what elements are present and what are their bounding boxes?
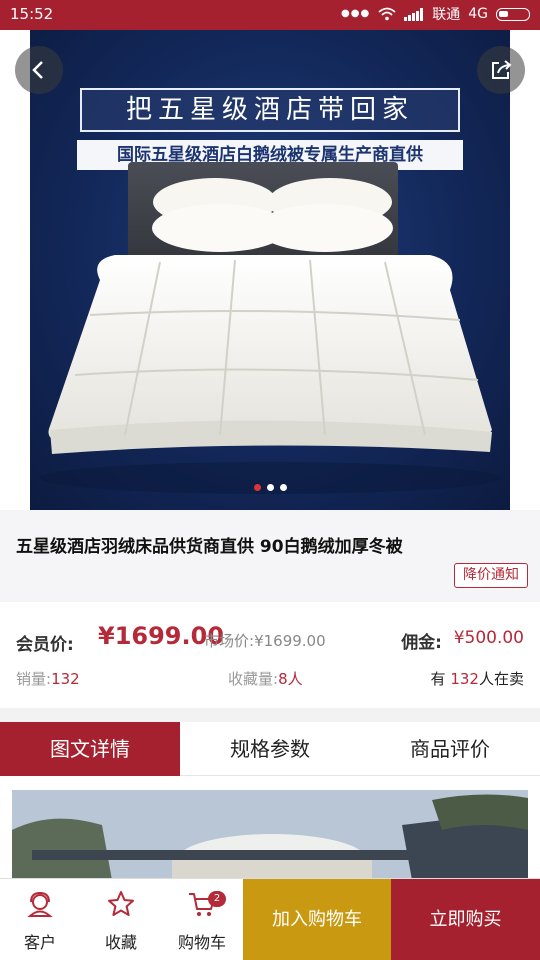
duvet-illustration: [40, 162, 500, 494]
price-section: 会员价: ¥1699.00 市场价:¥1699.00 佣金: ¥500.00 销…: [0, 602, 540, 708]
signal-icon: [404, 7, 424, 21]
favorite-button[interactable]: 收藏: [81, 879, 161, 960]
favorites-label: 收藏量:: [228, 670, 279, 688]
market-price-value: ¥1699.00: [254, 632, 326, 650]
sales-count: 销量:132: [16, 668, 80, 689]
customer-service-icon: [27, 891, 53, 917]
cart-button[interactable]: 2 购物车: [162, 879, 242, 960]
carousel-dot[interactable]: [279, 484, 287, 491]
share-button[interactable]: [477, 46, 525, 94]
detail-image: [12, 790, 528, 880]
bottom-action-bar: 客户 收藏 2 购物车 加入购物车 立即购买: [0, 878, 540, 960]
status-time: 15:52: [10, 5, 54, 23]
carousel-indicator: [0, 484, 540, 491]
notification-dots-icon: ●●●: [341, 7, 371, 19]
market-price: 市场价:¥1699.00: [204, 630, 326, 651]
sellers-value: 132: [450, 670, 479, 688]
tab-specs[interactable]: 规格参数: [180, 722, 360, 776]
product-image[interactable]: 把五星级酒店带回家 国际五星级酒店白鹅绒被专属生产商直供: [30, 30, 510, 510]
tab-reviews[interactable]: 商品评价: [360, 722, 540, 776]
section-divider: [0, 708, 540, 722]
share-icon: [492, 60, 512, 79]
cart-badge: 2: [208, 891, 226, 907]
price-drop-notify-button[interactable]: 降价通知: [454, 563, 528, 588]
commission-label: 佣金:: [401, 633, 442, 653]
product-gallery[interactable]: 把五星级酒店带回家 国际五星级酒店白鹅绒被专属生产商直供: [0, 30, 540, 510]
back-icon: [32, 61, 43, 79]
favorites-value: 8人: [278, 670, 303, 688]
favorite-label: 收藏: [104, 933, 137, 952]
sellers-suffix: 人在卖: [478, 670, 524, 688]
network-type: 4G: [468, 6, 488, 22]
tab-details[interactable]: 图文详情: [0, 722, 180, 776]
product-title-section: 五星级酒店羽绒床品供货商直供 90白鹅绒加厚冬被 降价通知: [0, 510, 540, 602]
detail-tabs: 图文详情 规格参数 商品评价: [0, 722, 540, 776]
carousel-dot[interactable]: [266, 484, 274, 491]
product-title: 五星级酒店羽绒床品供货商直供 90白鹅绒加厚冬被: [16, 537, 403, 557]
star-icon: [108, 891, 134, 916]
favorites-count: 收藏量:8人: [228, 668, 303, 689]
market-price-label: 市场价:: [204, 632, 255, 650]
carousel-dot[interactable]: [253, 484, 261, 491]
status-indicators: ●●● 联通 4G: [341, 4, 530, 24]
sellers-prefix: 有: [430, 670, 446, 688]
add-to-cart-button[interactable]: 加入购物车: [243, 879, 391, 960]
member-price-label: 会员价:: [16, 635, 74, 655]
hotel-building-illustration: [12, 790, 528, 880]
back-button[interactable]: [15, 46, 63, 94]
sales-label: 销量:: [16, 670, 52, 688]
cart-label: 购物车: [177, 933, 226, 952]
buy-now-button[interactable]: 立即购买: [391, 879, 540, 960]
sales-value: 132: [51, 670, 80, 688]
customer-service-button[interactable]: 客户: [0, 879, 80, 960]
carrier-name: 联通: [432, 7, 461, 23]
battery-icon: [496, 7, 530, 21]
commission-value: ¥500.00: [453, 628, 524, 648]
wifi-icon: [378, 7, 396, 21]
status-bar: 15:52 ●●● 联通 4G: [0, 0, 540, 30]
sellers-count: 有 132人在卖: [431, 668, 524, 689]
customer-service-label: 客户: [23, 933, 56, 952]
